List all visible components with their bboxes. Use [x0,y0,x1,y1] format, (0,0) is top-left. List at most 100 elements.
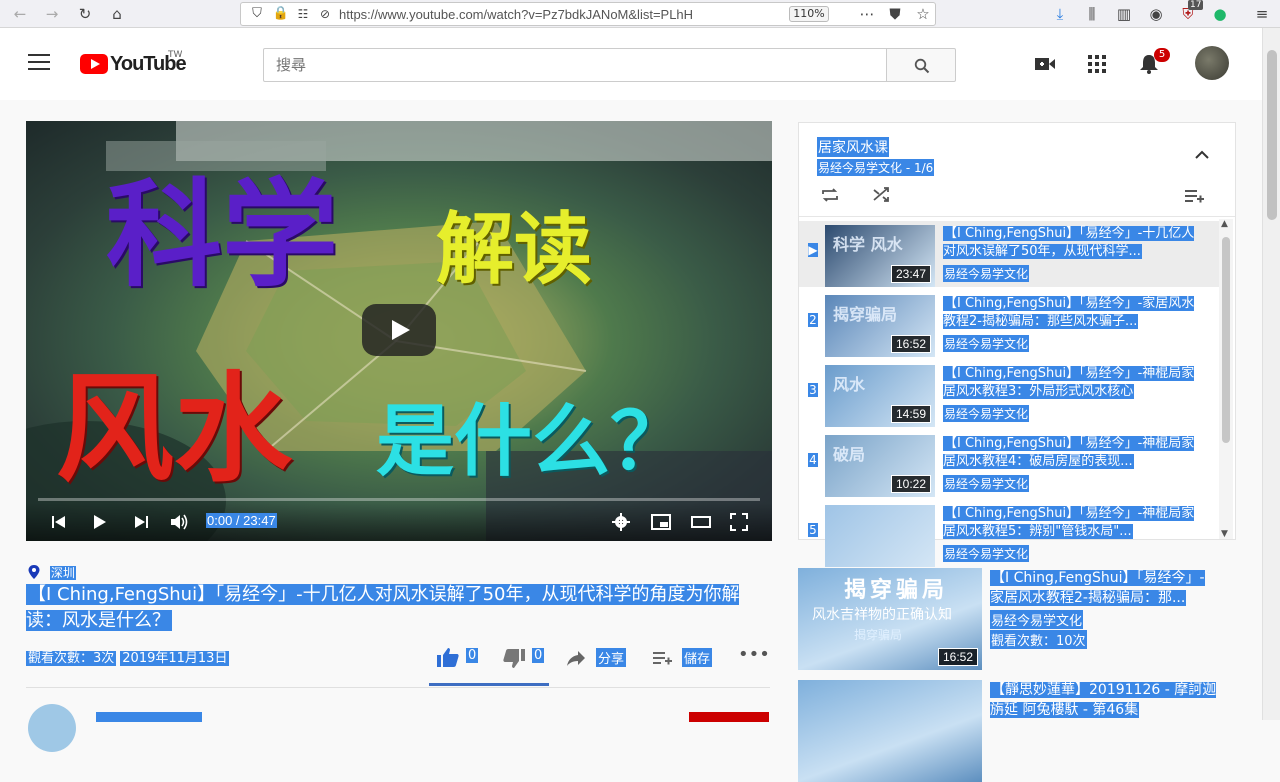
progress-bar[interactable] [38,498,760,501]
playlist-item[interactable]: 4 破局 10:22 【I Ching,FengShui】「易经今」-神棍局家居风水教… [799,431,1219,497]
playlist-item-channel[interactable]: 易经今易学文化 [943,405,1030,422]
home-icon[interactable]: ⌂ [107,4,127,24]
permissions-icon[interactable]: ☷ [293,4,313,24]
playlist-item-index: 4 [808,453,818,467]
playlist-item-channel[interactable]: 易经今易学文化 [943,335,1030,352]
video-player[interactable]: 科学 解读 风水 是什么？ 0:00 / 23:47 [26,121,772,541]
collapse-chevron-up-icon[interactable] [1191,145,1213,165]
lock-icon[interactable]: 🔒 [271,4,291,24]
theater-mode-icon[interactable] [690,511,712,533]
video-title-text: 【I Ching,FengShui】「易经今」-十几亿人对风水误解了50年，从现… [26,584,740,631]
library-icon[interactable]: ⫼ [1082,4,1102,24]
like-button[interactable]: 0 [436,646,492,670]
playlist-add-icon[interactable] [1183,185,1205,205]
playlist-item-channel[interactable]: 易经今易学文化 [943,545,1030,562]
playlist-item[interactable]: 5 【I Ching,FengShui】「易经今」-神棍局家居风水教程5：辨别"管… [799,501,1219,567]
playlist-item[interactable]: ▶ 科学 风水 23:47 【I Ching,FengShui】「易经今」-十几亿人对… [799,221,1219,287]
create-video-icon[interactable] [1034,54,1056,74]
playlist-title[interactable]: 居家风水课 [817,137,889,157]
forward-icon[interactable]: → [42,4,62,24]
share-arrow-icon [567,651,585,666]
page-scrollbar[interactable] [1262,28,1280,720]
sentiment-bar [429,683,549,686]
url-text[interactable]: https://www.youtube.com/watch?v=Pz7bdkJA… [339,7,699,22]
youtube-play-logo-icon [80,54,108,74]
page-scrollbar-thumb[interactable] [1267,50,1277,220]
search-button[interactable] [886,48,956,82]
playlist-item-duration: 10:22 [890,475,931,493]
playlist-item-channel[interactable]: 易经今易学文化 [943,265,1030,282]
page-actions-icon[interactable]: ⋯ [857,4,877,24]
recommended-title-text: 【I Ching,FengShui】「易经今」-家居风水教程2-揭秘骗局：那..… [990,570,1205,606]
autoplay-blocked-icon[interactable]: ⊘ [315,4,335,24]
playlist-item-title[interactable]: 【I Ching,FengShui】「易经今」-十几亿人对风水误解了50年，从现… [943,225,1201,261]
dislike-button[interactable]: 0 [502,646,558,670]
view-count: 觀看次數：3次 [26,651,117,666]
playlist-item-index: ▶ [808,243,818,257]
playlist-scrollbar-thumb[interactable] [1222,237,1230,443]
channel-avatar[interactable] [28,704,76,752]
playlist-item[interactable]: 3 风水 14:59 【I Ching,FengShui】「易经今」-神棍局家居风水教… [799,361,1219,427]
playlist-item-thumbnail[interactable] [825,505,935,567]
location-tag[interactable]: 深圳 [28,564,76,581]
shield-icon[interactable]: ⛉ [247,4,267,24]
playlist-item-title[interactable]: 【I Ching,FengShui】「易经今」-家居风水教程2-揭秘骗局：那些风… [943,295,1201,331]
recommended-title-text: 【靜思妙蓮華】20191126 - 摩訶迦旃延 阿兔樓馱 - 第46集 [990,682,1217,718]
search-input[interactable] [263,48,887,82]
next-icon[interactable] [130,511,152,533]
user-avatar[interactable] [1195,46,1229,80]
account-icon[interactable]: ◉ [1146,4,1166,24]
playlist-item-title[interactable]: 【I Ching,FengShui】「易经今」-神棍局家居风水教程5：辨别"管钱… [943,505,1201,541]
miniplayer-icon[interactable] [650,511,672,533]
hamburger-menu-icon[interactable]: ≡ [1252,4,1272,24]
thumbnail-text-line1b: 解读 [436,205,593,295]
guide-menu-icon[interactable] [28,54,50,72]
previous-icon[interactable] [48,511,70,533]
playlist-item-title[interactable]: 【I Ching,FengShui】「易经今」-神棍局家居风水教程4：破局房屋的… [943,435,1201,471]
more-actions-icon[interactable]: ••• [738,644,770,668]
settings-gear-icon[interactable] [610,511,632,533]
playlist-subtitle[interactable]: 易经今易学文化 - 1/6 [817,159,935,176]
recommended-thumb-text-top: 揭穿骗局 [844,578,949,603]
url-bar[interactable]: ⛉ 🔒 ☷ ⊘ https://www.youtube.com/watch?v=… [240,2,936,26]
download-icon[interactable]: ⤓ [1050,4,1070,24]
zoom-level[interactable]: 110% [789,6,829,22]
playlist-item-thumbnail[interactable]: 科学 风水 23:47 [825,225,935,287]
back-icon[interactable]: ← [10,4,30,24]
apps-grid-icon[interactable] [1086,54,1108,74]
playlist-item-thumbnail[interactable]: 揭穿骗局 16:52 [825,295,935,357]
loop-icon[interactable] [819,185,841,205]
large-play-button[interactable] [362,304,436,356]
save-button[interactable]: 儲存 [652,646,716,670]
playlist-item[interactable]: 2 揭穿骗局 16:52 【I Ching,FengShui】「易经今」-家居风水教程… [799,291,1219,357]
playlist-scrollbar[interactable]: ▲ ▼ [1219,219,1233,539]
recommended-channel[interactable]: 易经今易学文化 [990,610,1084,629]
recommended-title[interactable]: 【I Ching,FengShui】「易经今」-家居风水教程2-揭秘骗局：那..… [990,568,1218,608]
pocket-icon[interactable]: ⛊ [885,4,905,24]
grammarly-extension-icon[interactable]: ● [1210,4,1230,24]
channel-name-partial[interactable] [96,712,202,722]
share-button[interactable]: 分享 [566,646,630,670]
playlist-item-title[interactable]: 【I Ching,FengShui】「易经今」-神棍局家居风水教程3：外局形式风… [943,365,1201,401]
playlist-item-title-text: 【I Ching,FengShui】「易经今」-神棍局家居风水教程4：破局房屋的… [943,436,1195,469]
scroll-up-arrow-icon[interactable]: ▲ [1221,219,1228,229]
playlist-item-thumbnail[interactable]: 风水 14:59 [825,365,935,427]
shuffle-icon[interactable] [871,185,893,205]
recommended-thumbnail[interactable] [798,680,982,782]
playlist-item-channel[interactable]: 易经今易学文化 [943,475,1030,492]
fullscreen-icon[interactable] [728,511,750,533]
sidebar-icon[interactable]: ▥ [1114,4,1134,24]
bookmark-star-icon[interactable]: ☆ [913,4,933,24]
subscribe-button[interactable] [689,712,769,722]
recommended-video[interactable]: 揭穿骗局 风水吉祥物的正确认知 揭穿骗局 16:52 【I Ching,FengShui… [798,568,1238,670]
recommended-video[interactable]: 【靜思妙蓮華】20191126 - 摩訶迦旃延 阿兔樓馱 - 第46集 [798,680,1238,782]
reload-icon[interactable]: ↻ [75,4,95,24]
scroll-down-arrow-icon[interactable]: ▼ [1221,529,1228,539]
upload-date: 2019年11月13日 [120,651,230,666]
volume-icon[interactable] [168,511,190,533]
recommended-title[interactable]: 【靜思妙蓮華】20191126 - 摩訶迦旃延 阿兔樓馱 - 第46集 [990,680,1218,720]
recommended-thumbnail[interactable]: 揭穿骗局 风水吉祥物的正确认知 揭穿骗局 16:52 [798,568,982,670]
location-text[interactable]: 深圳 [49,566,76,580]
play-icon[interactable] [88,511,110,533]
playlist-item-thumbnail[interactable]: 破局 10:22 [825,435,935,497]
